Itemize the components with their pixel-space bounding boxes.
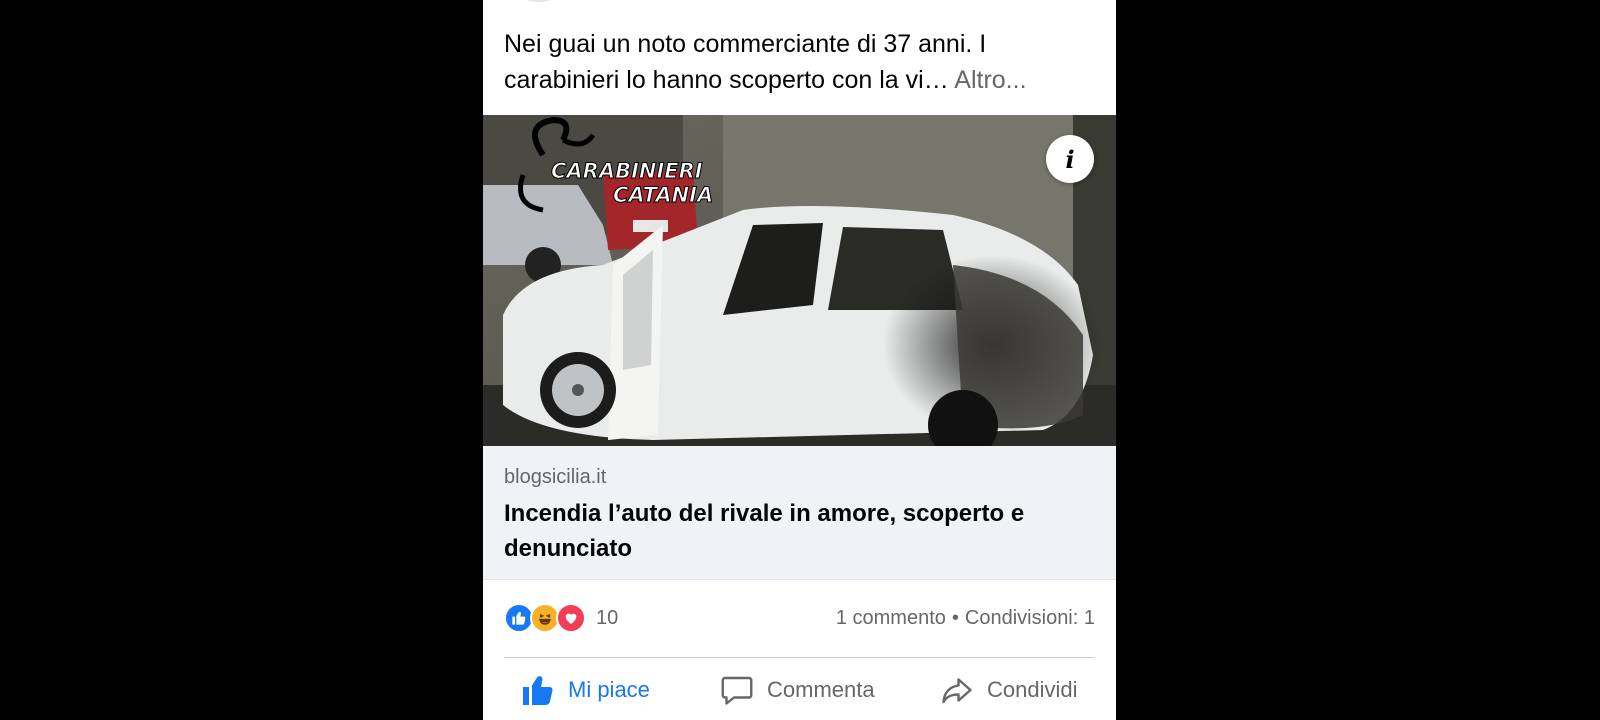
share-button[interactable]: Condividi — [939, 660, 1078, 720]
separator-dot: • — [951, 607, 959, 629]
burned-car-photo: CARABINIERI CATANIA — [483, 115, 1116, 446]
link-title[interactable]: Incendia l’auto del rivale in amore, sco… — [504, 496, 1094, 566]
divider — [504, 657, 1095, 658]
see-more-link[interactable]: Altro... — [954, 66, 1026, 94]
love-icon — [556, 603, 586, 633]
info-icon[interactable]: i — [1046, 135, 1094, 183]
post-stats: 10 1 commento • Condivisioni: 1 — [483, 580, 1116, 658]
like-label: Mi piace — [568, 677, 650, 702]
comment-count[interactable]: 1 commento — [836, 607, 946, 629]
action-bar: Mi piace Commenta Condividi — [483, 660, 1116, 720]
comment-label: Commenta — [767, 677, 875, 702]
comment-icon — [721, 676, 753, 705]
reaction-count: 10 — [596, 606, 619, 629]
link-preview[interactable]: blogsicilia.it Incendia l’auto del rival… — [483, 446, 1116, 580]
post-caption: Nei guai un noto commerciante di 37 anni… — [504, 26, 1099, 98]
share-label: Condividi — [987, 677, 1078, 702]
caption-text: Nei guai un noto commerciante di 37 anni… — [504, 30, 987, 94]
thumbs-up-icon — [523, 676, 553, 706]
watermark-line1: CARABINIERI — [551, 159, 703, 183]
like-button[interactable]: Mi piace — [520, 660, 650, 720]
facebook-post: Nei guai un noto commerciante di 37 anni… — [483, 0, 1116, 720]
watermark-line2: CATANIA — [613, 183, 713, 207]
comment-button[interactable]: Commenta — [719, 660, 875, 720]
share-count[interactable]: Condivisioni: 1 — [965, 607, 1095, 629]
share-arrow-icon — [942, 678, 972, 704]
reactions-summary[interactable]: 10 — [504, 603, 618, 633]
link-domain: blogsicilia.it — [504, 466, 607, 488]
avatar[interactable] — [517, 0, 561, 2]
post-image[interactable]: CARABINIERI CATANIA i — [483, 115, 1116, 446]
engagement-counts: 1 commento • Condivisioni: 1 — [836, 607, 1095, 630]
